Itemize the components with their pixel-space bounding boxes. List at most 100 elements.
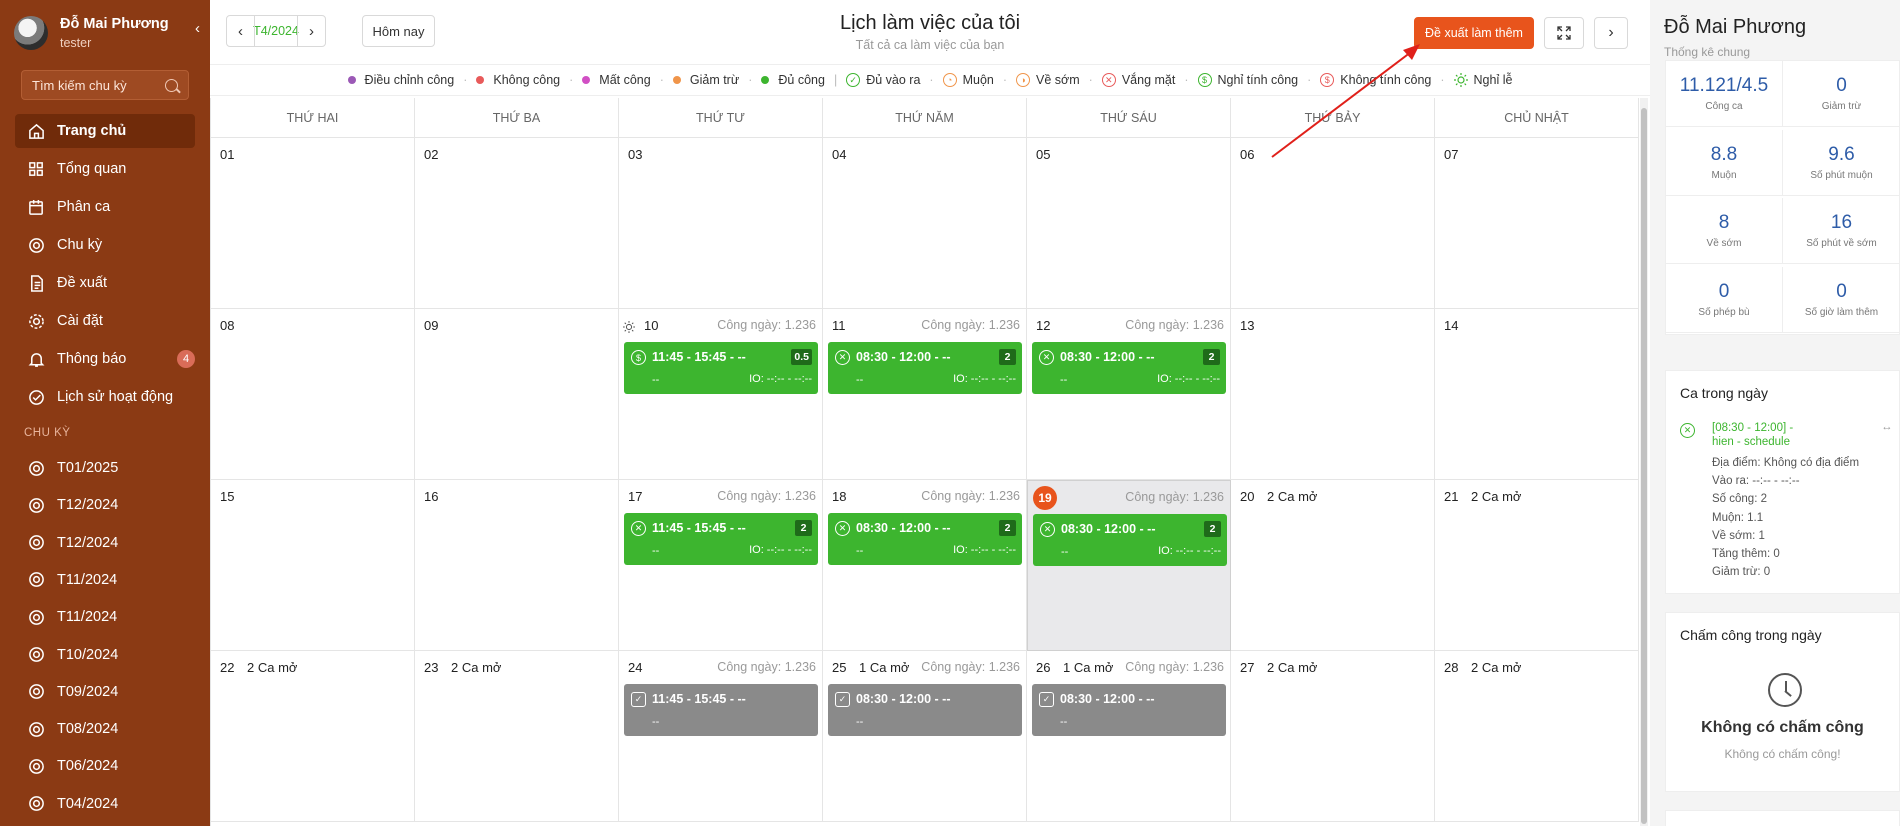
- calendar-day-cell[interactable]: 09: [415, 309, 619, 480]
- shift-note: --: [652, 545, 660, 557]
- calendar-day-cell[interactable]: 08: [211, 309, 415, 480]
- open-shifts-label[interactable]: 2 Ca mở: [1267, 660, 1317, 675]
- calendar-day-cell[interactable]: 03: [619, 138, 823, 309]
- calendar-day-cell[interactable]: 21 2 Ca mở: [1435, 480, 1639, 651]
- cycle-item[interactable]: T06/2024: [15, 749, 195, 783]
- cycle-item[interactable]: T09/2024: [15, 675, 195, 709]
- calendar-day-cell[interactable]: 18 Công ngày: 1.236 ✕ 08:30 - 12:00 - -- 2 --…: [823, 480, 1027, 651]
- shift-card[interactable]: ✕ 08:30 - 12:00 - -- 2 -- IO: --:-- - --:--: [1032, 342, 1226, 394]
- open-shifts-label[interactable]: 2 Ca mở: [247, 660, 297, 675]
- nav-item[interactable]: Lịch sử hoạt động: [15, 380, 195, 414]
- shift-time: 08:30 - 12:00 - --: [856, 350, 951, 364]
- calendar-day-cell[interactable]: 05: [1027, 138, 1231, 309]
- calendar-scrollbar[interactable]: [1640, 98, 1648, 826]
- shift-card[interactable]: ✓ 08:30 - 12:00 - -- --: [1032, 684, 1226, 736]
- day-number: 03: [628, 147, 643, 162]
- calendar-day-cell[interactable]: 02: [415, 138, 619, 309]
- cycle-item[interactable]: T10/2024: [15, 638, 195, 672]
- open-shifts-label[interactable]: 2 Ca mở: [1471, 660, 1521, 675]
- cycle-item[interactable]: T12/2024: [15, 488, 195, 522]
- legend-separator: ·: [1002, 73, 1008, 87]
- calendar-day-cell[interactable]: 27 2 Ca mở: [1231, 651, 1435, 822]
- calendar-day-cell[interactable]: 24 Công ngày: 1.236 ✓ 11:45 - 15:45 - -- --: [619, 651, 823, 822]
- day-workload: Công ngày: 1.236: [921, 660, 1020, 674]
- nav-item[interactable]: Tổng quan: [15, 152, 195, 186]
- day-number: 21: [1444, 489, 1459, 504]
- calendar-day-cell[interactable]: 14: [1435, 309, 1639, 480]
- calendar-day-cell[interactable]: 06: [1231, 138, 1435, 309]
- open-shifts-label[interactable]: 2 Ca mở: [1267, 489, 1317, 504]
- calendar-day-cell[interactable]: 13: [1231, 309, 1435, 480]
- nav-item[interactable]: Thông báo 4: [15, 342, 195, 376]
- scrollbar-thumb[interactable]: [1641, 108, 1647, 824]
- weekday-header: THỨ HAI: [211, 98, 415, 138]
- calendar-day-cell[interactable]: 19 Công ngày: 1.236 ✕ 08:30 - 12:00 - -- 2 --…: [1027, 480, 1231, 651]
- shift-detail-line: Muộn: 1.1: [1712, 511, 1764, 524]
- shift-name[interactable]: hien - schedule: [1712, 436, 1790, 448]
- weekday-header: THỨ BA: [415, 98, 619, 138]
- legend-item: Mất công: [582, 73, 651, 87]
- day-number: 19: [1033, 486, 1057, 510]
- calendar-day-cell[interactable]: 17 Công ngày: 1.236 ✕ 11:45 - 15:45 - -- 2 --…: [619, 480, 823, 651]
- cycle-icon: [27, 608, 45, 626]
- day-workload: Công ngày: 1.236: [1125, 490, 1224, 504]
- next-button[interactable]: ›: [1594, 17, 1628, 49]
- calendar-day-cell[interactable]: 04: [823, 138, 1027, 309]
- open-shifts-label[interactable]: 1 Ca mở: [1063, 660, 1113, 675]
- shift-card[interactable]: ✓ 11:45 - 15:45 - -- --: [624, 684, 818, 736]
- shift-time[interactable]: [08:30 - 12:00] -: [1712, 422, 1793, 434]
- calendar-day-cell[interactable]: 15: [211, 480, 415, 651]
- legend-separator: ·: [659, 73, 664, 87]
- shift-count-badge: 2: [1204, 521, 1221, 537]
- shift-more-icon[interactable]: ↔: [1881, 421, 1893, 433]
- empty-title: Không có chấm công: [1701, 719, 1864, 736]
- cycle-item[interactable]: T11/2024: [15, 600, 195, 634]
- calendar-day-cell[interactable]: 16: [415, 480, 619, 651]
- calendar-day-cell[interactable]: 23 2 Ca mở: [415, 651, 619, 822]
- shift-note: --: [856, 545, 864, 557]
- stat-value: 0: [1718, 280, 1730, 302]
- calendar-day-cell[interactable]: 22 2 Ca mở: [211, 651, 415, 822]
- cycle-item[interactable]: T01/2025: [15, 451, 195, 485]
- calendar-day-cell[interactable]: 28 2 Ca mở: [1435, 651, 1639, 822]
- checkin-card: Chấm công trong ngày Không có chấm công …: [1665, 612, 1900, 792]
- cycle-item[interactable]: T12/2024: [15, 526, 195, 560]
- shift-card[interactable]: ✓ 08:30 - 12:00 - -- --: [828, 684, 1022, 736]
- nav-item[interactable]: Đề xuất: [15, 266, 195, 300]
- nav-item[interactable]: Trang chủ: [15, 114, 195, 148]
- avatar[interactable]: [14, 16, 48, 50]
- calendar-day-cell[interactable]: 07: [1435, 138, 1639, 309]
- user-profile[interactable]: Đỗ Mai Phương tester ‹: [14, 14, 200, 54]
- status-icon: ✕: [1101, 73, 1116, 87]
- nav-item[interactable]: Phân ca: [15, 190, 195, 224]
- open-shifts-label[interactable]: 2 Ca mở: [1471, 489, 1521, 504]
- status-icon: ◔: [942, 73, 957, 87]
- fullscreen-button[interactable]: [1544, 17, 1584, 49]
- cycle-search-input[interactable]: Tìm kiếm chu kỳ: [21, 70, 189, 100]
- shift-card[interactable]: ✕ 08:30 - 12:00 - -- 2 -- IO: --:-- - --:--: [1033, 514, 1227, 566]
- search-icon[interactable]: [165, 79, 178, 92]
- nav-item[interactable]: Chu kỳ: [15, 228, 195, 262]
- collapse-sidebar-icon[interactable]: ‹: [195, 20, 200, 37]
- calendar-day-cell[interactable]: 10 Công ngày: 1.236 $11:45 - 15:45 - -- 0.5…: [619, 309, 823, 480]
- calendar-day-cell[interactable]: 01: [211, 138, 415, 309]
- calendar-day-cell[interactable]: 11 Công ngày: 1.236 ✕ 08:30 - 12:00 - -- 2 --…: [823, 309, 1027, 480]
- cycle-item[interactable]: T08/2024: [15, 712, 195, 746]
- calendar-day-cell[interactable]: 12 Công ngày: 1.236 ✕ 08:30 - 12:00 - -- 2 --…: [1027, 309, 1231, 480]
- shift-card[interactable]: $11:45 - 15:45 - -- 0.5 -- IO: --:-- - --:-…: [624, 342, 818, 394]
- shift-card[interactable]: ✕ 08:30 - 12:00 - -- 2 -- IO: --:-- - --:--: [828, 513, 1022, 565]
- calendar-day-cell[interactable]: 25 1 Ca mở Công ngày: 1.236 ✓ 08:30 - 12:00 …: [823, 651, 1027, 822]
- calendar-day-cell[interactable]: 26 1 Ca mở Công ngày: 1.236 ✓ 08:30 - 12:00 …: [1027, 651, 1231, 822]
- stat-value: 16: [1830, 212, 1853, 233]
- cycle-item[interactable]: T04/2024: [15, 787, 195, 821]
- calendar-day-cell[interactable]: 20 2 Ca mở: [1231, 480, 1435, 651]
- shift-io: IO: --:-- - --:--: [953, 544, 1016, 556]
- propose-overtime-button[interactable]: Đề xuất làm thêm: [1414, 17, 1534, 49]
- open-shifts-label[interactable]: 1 Ca mở: [859, 660, 909, 675]
- cycle-label: T10/2024: [57, 646, 119, 663]
- shift-card[interactable]: ✕ 08:30 - 12:00 - -- 2 -- IO: --:-- - --:--: [828, 342, 1022, 394]
- cycle-item[interactable]: T11/2024: [15, 563, 195, 597]
- shift-card[interactable]: ✕ 11:45 - 15:45 - -- 2 -- IO: --:-- - --:--: [624, 513, 818, 565]
- nav-item[interactable]: Cài đặt: [15, 304, 195, 338]
- open-shifts-label[interactable]: 2 Ca mở: [451, 660, 501, 675]
